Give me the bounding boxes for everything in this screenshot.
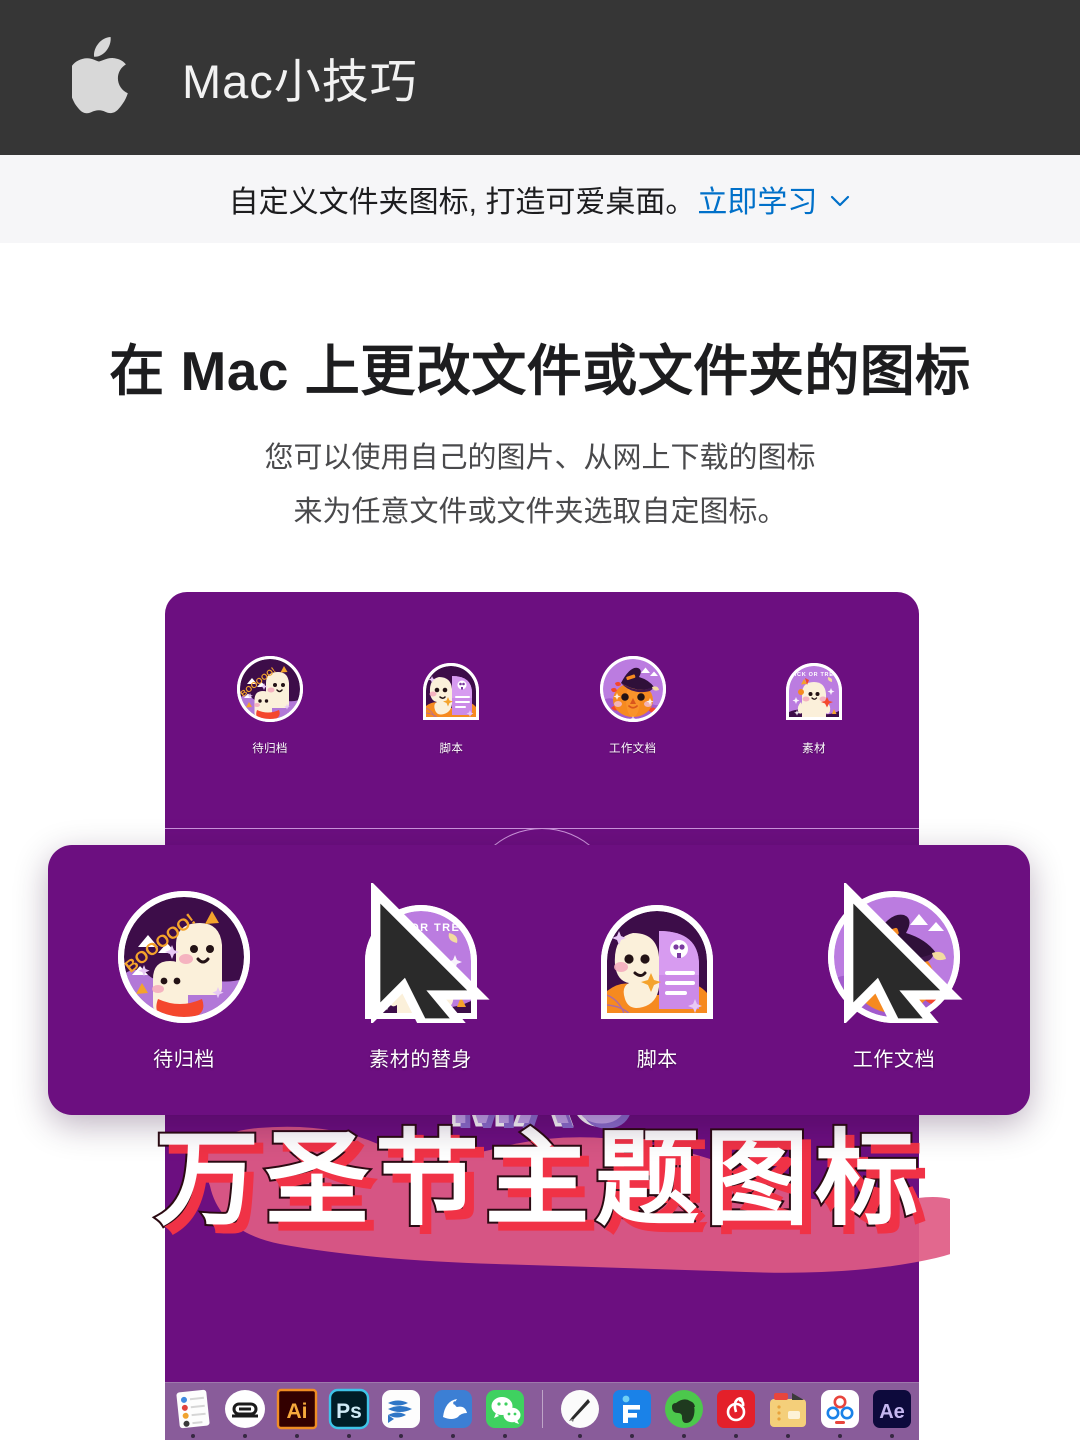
promo-banner-text: 自定义文件夹图标, 打造可爱桌面。: [228, 186, 696, 219]
page-title: 在 Mac 上更改文件或文件夹的图标: [109, 340, 971, 402]
dock-item-app-white-oval[interactable]: [223, 1387, 267, 1438]
dock-item-adobe-photoshop[interactable]: Ps: [327, 1387, 371, 1438]
folder-icon-label: 脚本: [636, 1049, 678, 1071]
desktop-icon-label: 素材: [802, 743, 826, 755]
dock-item-app-pen-nib[interactable]: [558, 1387, 602, 1438]
svg-text:Ai: Ai: [286, 1400, 307, 1423]
global-navbar: Mac小技巧: [0, 0, 1080, 155]
ghost-tombstone-arch-icon[interactable]: [587, 887, 727, 1027]
dock-item-app-blue-f[interactable]: [610, 1387, 654, 1438]
dock-item-app-blue-bird[interactable]: [431, 1387, 475, 1438]
ghost-trick-or-treat-arch-icon[interactable]: [779, 654, 849, 732]
dock-running-dot: [629, 1434, 634, 1438]
desktop-icon-item[interactable]: 脚本: [396, 654, 506, 756]
ghost-boooo-round-icon[interactable]: [235, 654, 305, 732]
pumpkin-witch-round-icon[interactable]: [824, 887, 964, 1027]
learn-now-link[interactable]: 立即学习: [697, 177, 817, 221]
svg-text:Ps: Ps: [336, 1400, 362, 1423]
dock-item-app-blue-waves[interactable]: [379, 1387, 423, 1438]
folder-icon-item[interactable]: 工作文档: [794, 887, 994, 1072]
folder-window-card[interactable]: 待归档 素材的替身 脚本 工作文档: [48, 845, 1030, 1115]
dock-item-reminders[interactable]: [171, 1387, 215, 1438]
desktop-icon-label: 脚本: [439, 743, 464, 755]
ghost-boooo-round-icon[interactable]: [114, 887, 254, 1027]
folder-icon-item[interactable]: 待归档: [84, 887, 284, 1072]
folder-icon-label: 工作文档: [852, 1049, 936, 1071]
hero-subtitle-line-2: 来为任意文件或文件夹选取自定图标。: [293, 495, 787, 528]
dock-divider: [541, 1390, 543, 1428]
dock-running-dot: [294, 1434, 299, 1438]
dock-running-dot: [346, 1434, 351, 1438]
dock-running-dot: [681, 1434, 686, 1438]
folder-icon-grid: 待归档 素材的替身 脚本 工作文档: [84, 887, 994, 1072]
hero-section: 在 Mac 上更改文件或文件夹的图标 您可以使用自己的图片、从网上下载的图标 来…: [0, 243, 1080, 539]
ghost-tombstone-arch-icon[interactable]: [416, 654, 486, 732]
navbar-title: Mac小技巧: [182, 55, 418, 108]
folder-icon-item[interactable]: 素材的替身: [321, 887, 521, 1072]
dock-item-netease-music[interactable]: [714, 1387, 758, 1438]
desktop-icon-item[interactable]: 待归档: [215, 654, 325, 756]
folder-icon-item[interactable]: 脚本: [557, 887, 757, 1072]
dock-item-adobe-after-effects[interactable]: Ae: [870, 1387, 914, 1438]
apple-logo-icon[interactable]: [72, 36, 134, 115]
folder-icon-label: 素材的替身: [369, 1049, 473, 1071]
hero-subtitle: 您可以使用自己的图片、从网上下载的图标 来为任意文件或文件夹选取自定图标。: [160, 432, 920, 539]
desktop-icon-item[interactable]: 素材: [759, 654, 869, 756]
desktop-icon-label: 待归档: [252, 743, 288, 755]
dock-running-dot: [889, 1434, 894, 1438]
macos-dock: Ai Ps Ae: [165, 1382, 919, 1440]
dock-item-wechat[interactable]: [483, 1387, 527, 1438]
dock-item-baidu-netdisk[interactable]: [818, 1387, 862, 1438]
hero-subtitle-line-1: 您可以使用自己的图片、从网上下载的图标: [264, 441, 816, 474]
desktop-icon-item[interactable]: 工作文档: [578, 654, 688, 756]
chevron-down-icon[interactable]: [829, 190, 851, 212]
svg-text:Ae: Ae: [879, 1401, 905, 1423]
dock-item-app-yellow-folder[interactable]: [766, 1387, 810, 1438]
dock-running-dot: [733, 1434, 738, 1438]
dock-running-dot: [577, 1434, 582, 1438]
alias-shortcut-arrow-icon: [830, 883, 970, 1023]
dock-running-dot: [398, 1434, 403, 1438]
folder-icon-label: 待归档: [153, 1049, 215, 1071]
alias-shortcut-arrow-icon: [357, 883, 497, 1023]
dock-item-evernote[interactable]: [662, 1387, 706, 1438]
dock-running-dot: [785, 1434, 790, 1438]
dock-running-dot: [502, 1434, 507, 1438]
promo-banner: 自定义文件夹图标, 打造可爱桌面。 立即学习: [0, 155, 1080, 243]
dock-item-adobe-illustrator[interactable]: Ai: [275, 1387, 319, 1438]
desktop-icon-label: 工作文档: [609, 743, 657, 755]
pumpkin-witch-round-icon[interactable]: [598, 654, 668, 732]
dock-running-dot: [450, 1434, 455, 1438]
dock-running-dot: [837, 1434, 842, 1438]
ghost-trick-or-treat-arch-icon[interactable]: [351, 887, 491, 1027]
dock-running-dot: [242, 1434, 247, 1438]
dock-running-dot: [190, 1434, 195, 1438]
desktop-icon-grid: 待归档 脚本 工作文档 素材: [215, 654, 869, 756]
